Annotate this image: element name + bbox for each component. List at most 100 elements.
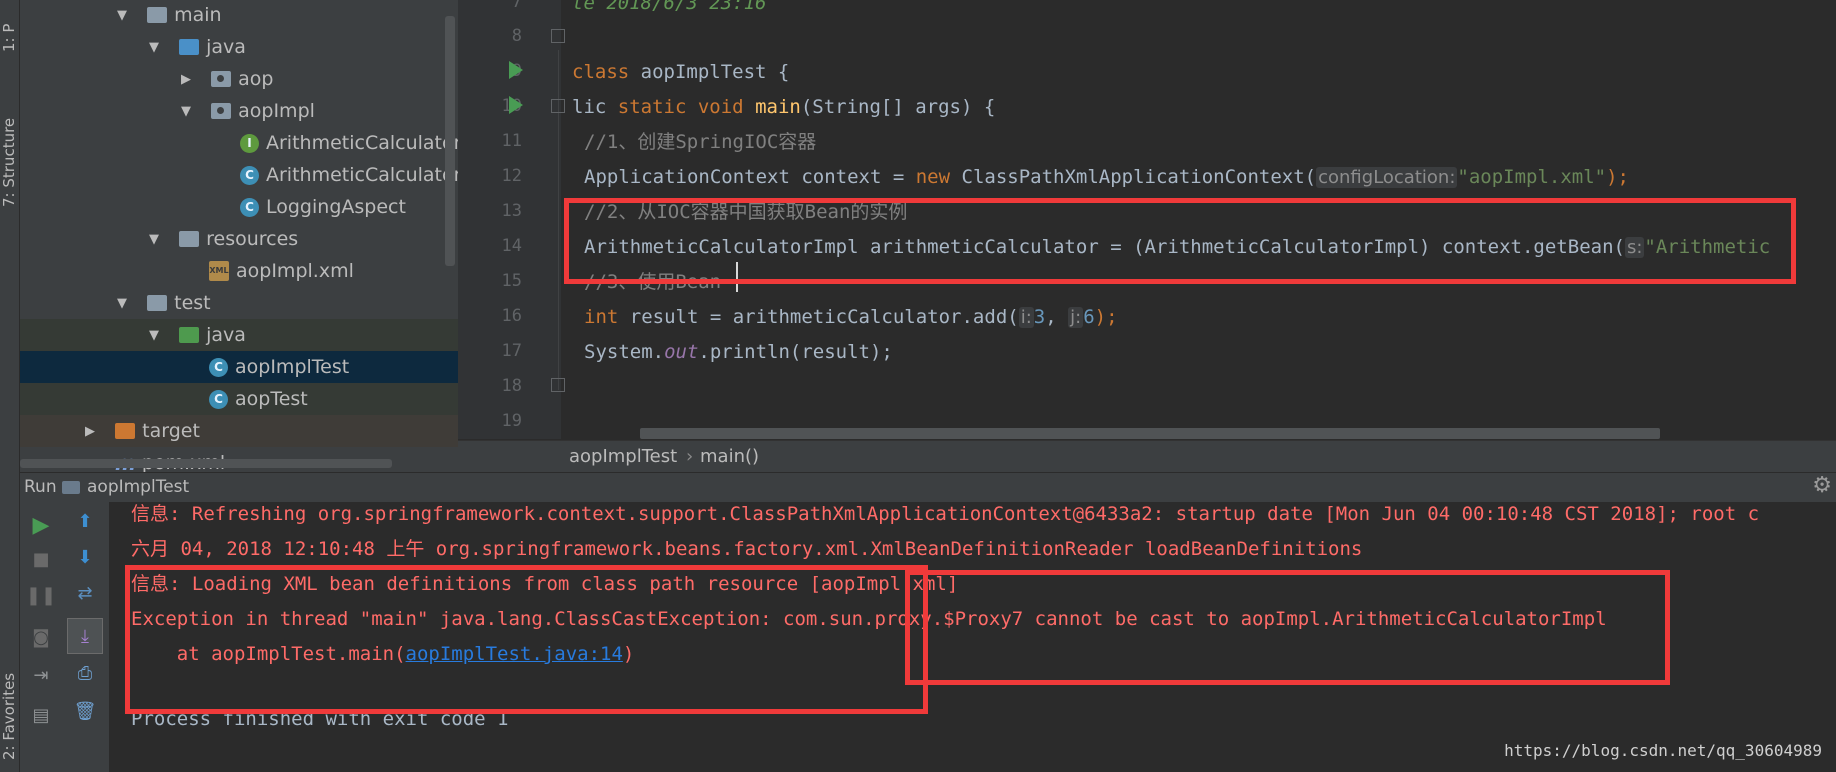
tree-item-java[interactable]: ▼ java xyxy=(20,31,458,63)
code-text: ApplicationContext context = xyxy=(584,166,916,188)
stop-icon[interactable]: ■ xyxy=(28,546,54,572)
rerun-icon[interactable]: ▶ xyxy=(28,512,54,538)
scroll-to-end-icon[interactable]: ⤓ xyxy=(67,618,103,654)
tree-item-aopimpl[interactable]: ▼ aopImpl xyxy=(20,95,458,127)
chevron-down-icon[interactable]: ▼ xyxy=(115,296,129,311)
parameter-hint: j: xyxy=(1068,307,1084,328)
chevron-right-icon[interactable]: ▶ xyxy=(179,72,193,87)
tree-item-test-java[interactable]: ▼ java xyxy=(20,319,458,351)
code-text: ); xyxy=(1606,166,1629,188)
run-config-name[interactable]: aopImplTest xyxy=(87,477,189,497)
parameter-hint: i: xyxy=(1018,307,1034,328)
tree-item-label: main xyxy=(174,4,222,26)
layout-icon[interactable]: ▤ xyxy=(28,702,54,728)
fold-marker-icon[interactable] xyxy=(551,29,565,43)
arrow-down-icon[interactable]: ⬇ xyxy=(72,544,98,570)
test-source-folder-icon xyxy=(179,327,200,343)
keyword: void xyxy=(697,96,744,118)
tree-vertical-scrollbar[interactable] xyxy=(445,16,455,266)
tree-item-label: java xyxy=(206,324,246,346)
tree-item-label: aop xyxy=(238,68,274,90)
code-text: (String[] args) { xyxy=(800,96,996,118)
line-number: 16 xyxy=(501,306,522,326)
chevron-down-icon[interactable]: ▼ xyxy=(147,40,161,55)
soft-wrap-icon[interactable]: ⇄ xyxy=(72,580,98,606)
chevron-right-icon[interactable]: ▶ xyxy=(83,424,97,439)
code-line-7: te 2018/6/3 23:16 xyxy=(572,0,767,14)
xml-file-icon: XML xyxy=(209,261,229,281)
pause-icon[interactable]: ❚❚ xyxy=(26,582,56,608)
keyword: class xyxy=(572,61,630,83)
keyword: static xyxy=(617,96,687,118)
line-number: 13 xyxy=(501,201,522,221)
code-text: ClassPathXmlApplicationContext( xyxy=(950,166,1317,188)
code-text: lic xyxy=(572,96,618,118)
class-icon: C xyxy=(240,165,259,185)
tree-item-test[interactable]: ▼ test xyxy=(20,287,458,319)
resources-folder-icon xyxy=(179,231,200,247)
arrow-up-icon[interactable]: ⬆ xyxy=(72,508,98,534)
keyword: new xyxy=(915,166,951,188)
folder-icon xyxy=(147,7,168,23)
tree-item-aoptest[interactable]: C aopTest xyxy=(20,383,458,415)
tree-item-arithmeticcalculator[interactable]: I ArithmeticCalculator xyxy=(20,127,458,159)
code-line-9: class aopImplTest { xyxy=(572,57,789,87)
code-line-12: ApplicationContext context = new ClassPa… xyxy=(584,162,1629,192)
run-config-icon xyxy=(62,481,80,494)
chevron-down-icon[interactable]: ▼ xyxy=(147,232,161,247)
tree-item-aopimpl-xml[interactable]: XML aopImpl.xml xyxy=(20,255,458,287)
tree-item-label: aopImpl xyxy=(238,100,315,122)
tree-item-label: aopImpl.xml xyxy=(236,260,354,282)
tree-item-arithmeticcalculatorimpl[interactable]: C ArithmeticCalculatorIm xyxy=(20,159,458,191)
fold-marker-icon[interactable] xyxy=(551,378,565,392)
code-line-17: System.out.println(result); xyxy=(584,337,893,367)
breadcrumb-separator: › xyxy=(686,446,694,467)
fold-marker-icon[interactable] xyxy=(551,99,565,113)
tree-item-label: ArithmeticCalculator xyxy=(266,132,458,154)
tree-item-label: aopImplTest xyxy=(235,356,350,378)
code-text: aopImplTest { xyxy=(629,61,790,83)
parameter-hint: configLocation: xyxy=(1316,167,1458,188)
project-tool-tab[interactable]: 1: P xyxy=(0,0,19,52)
line-number: 7 xyxy=(511,0,522,12)
camera-icon[interactable]: ◙ xyxy=(28,624,54,650)
class-icon: C xyxy=(240,197,259,217)
breadcrumb-class[interactable]: aopImplTest xyxy=(569,446,677,467)
number-literal: 6 xyxy=(1083,306,1095,328)
line-number: 19 xyxy=(501,411,522,431)
exit-icon[interactable]: ⇥ xyxy=(28,662,54,688)
gear-icon[interactable]: ⚙ xyxy=(1812,473,1832,498)
chevron-down-icon[interactable]: ▼ xyxy=(179,104,193,119)
keyword: int xyxy=(584,306,619,328)
tree-item-aopimpltest[interactable]: C aopImplTest xyxy=(20,351,458,383)
print-icon[interactable]: ⎙ xyxy=(72,660,98,686)
structure-tool-tab[interactable]: 7: Structure xyxy=(0,92,19,207)
project-tree: ▼ main ▼ java ▶ aop ▼ aopImpl I Arithmet… xyxy=(20,0,458,472)
tree-item-loggingaspect[interactable]: C LoggingAspect xyxy=(20,191,458,223)
editor-horizontal-scrollbar[interactable] xyxy=(640,428,1660,439)
tree-item-main[interactable]: ▼ main xyxy=(20,0,458,31)
run-gutter-icon[interactable] xyxy=(509,61,523,79)
tree-item-aop[interactable]: ▶ aop xyxy=(20,63,458,95)
breadcrumb-method[interactable]: main() xyxy=(700,446,759,467)
annotation-box-code xyxy=(564,198,1796,284)
annotation-box-cast-message xyxy=(905,570,1670,685)
tree-horizontal-scrollbar[interactable] xyxy=(20,459,392,468)
chevron-down-icon[interactable]: ▼ xyxy=(147,328,161,343)
string-literal: "aopImpl.xml" xyxy=(1457,166,1607,188)
run-panel-title[interactable]: Run xyxy=(24,477,57,497)
tree-item-resources[interactable]: ▼ resources xyxy=(20,223,458,255)
line-number: 8 xyxy=(511,26,522,46)
source-folder-icon xyxy=(179,39,200,55)
favorites-tool-tab[interactable]: 2: Favorites xyxy=(0,655,19,760)
code-line-10: lic static void main(String[] args) { xyxy=(572,92,995,122)
chevron-down-icon[interactable]: ▼ xyxy=(115,8,129,23)
package-icon xyxy=(211,71,232,87)
tree-item-target[interactable]: ▶ target xyxy=(20,415,458,447)
run-toolbar: ▶ ⬆ ■ ⬇ ❚❚ ⇄ ◙ ⤓ ⇥ ⎙ ▤ 🗑 xyxy=(20,502,110,772)
tree-item-label: resources xyxy=(206,228,299,250)
code-text: result = arithmeticCalculator.add( xyxy=(618,306,1019,328)
code-text: System. xyxy=(584,341,665,363)
trash-icon[interactable]: 🗑 xyxy=(72,698,98,724)
run-gutter-icon[interactable] xyxy=(509,96,523,114)
